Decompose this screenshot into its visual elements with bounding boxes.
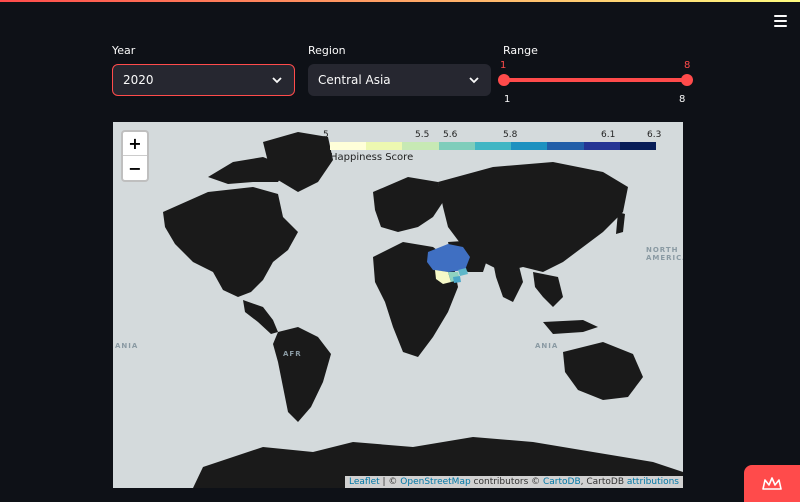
range-high-thumb[interactable] [681,74,693,86]
legend-tick: 5.6 [443,130,458,140]
year-select[interactable]: 2020 [112,64,295,96]
region-label: Region [308,44,346,57]
north-america-shape [163,187,298,297]
legend-tick: 6.3 [647,130,662,140]
chevron-down-icon [272,77,282,84]
zoom-in-button[interactable]: + [123,132,147,156]
legend-color-swatch [366,142,403,150]
top-decoration-bar [0,0,800,2]
legend-color-swatch [511,142,548,150]
europe-shape [373,177,443,232]
legend-color-swatch [330,142,367,150]
range-label: Range [503,44,538,57]
choropleth-map[interactable]: + − 5 5.5 5.6 5.8 6.1 6.3 Happiness Scor… [113,122,683,488]
range-min-label: 1 [504,94,511,105]
world-map-canvas [163,132,683,488]
streamlit-badge[interactable] [744,465,800,502]
legend-color-swatch [619,142,656,150]
year-label: Year [112,44,136,57]
legend-color-bar [330,142,656,150]
legend-color-swatch [402,142,439,150]
crown-icon [762,476,782,490]
region-value: Central Asia [318,73,391,87]
hamburger-menu-icon [773,15,787,17]
cartodb-link[interactable]: CartoDB [543,477,581,487]
chevron-down-icon [469,77,479,84]
land-masses [163,132,683,488]
southeast-asia-shape [533,272,563,307]
legend-color-swatch [474,142,512,150]
zoom-out-button[interactable]: − [123,156,147,180]
legend-tick: 5.8 [503,130,518,140]
map-label-east: ANIA [535,342,559,350]
legend-tick: 5.5 [415,130,430,140]
zoom-control: + − [121,130,149,182]
map-label-africa: AFR [283,350,302,358]
region-select[interactable]: Central Asia [308,64,491,96]
range-low-thumb[interactable] [498,74,510,86]
australia-shape [563,342,643,400]
legend-color-swatch [438,142,475,150]
tajikistan-shape[interactable] [453,276,461,283]
india-shape [493,262,523,302]
main-menu-button[interactable] [768,10,792,32]
legend-tick: 5 [323,130,329,140]
legend-color-swatch [547,142,584,150]
legend-caption: Happiness Score [330,152,414,163]
year-value: 2020 [123,73,154,87]
map-label-west: ANIA [115,342,139,350]
map-legend: 5 5.5 5.6 5.8 6.1 6.3 Happiness Score [323,130,663,170]
indonesia-shape [543,320,598,334]
range-max-label: 8 [679,94,686,105]
central-america-shape [243,300,278,334]
map-label-north-america: NORTH AMERICA [646,246,683,263]
range-slider-track[interactable] [504,78,687,82]
leaflet-link[interactable]: Leaflet [349,477,380,487]
legend-tick: 6.1 [601,130,616,140]
range-high-value: 8 [684,60,691,71]
openstreetmap-link[interactable]: OpenStreetMap [400,477,470,487]
attributions-link[interactable]: attributions [627,477,679,487]
south-america-shape [273,327,331,422]
map-attribution: Leaflet | © OpenStreetMap contributors ©… [345,476,683,488]
range-low-value: 1 [500,60,507,71]
legend-color-swatch [583,142,620,150]
